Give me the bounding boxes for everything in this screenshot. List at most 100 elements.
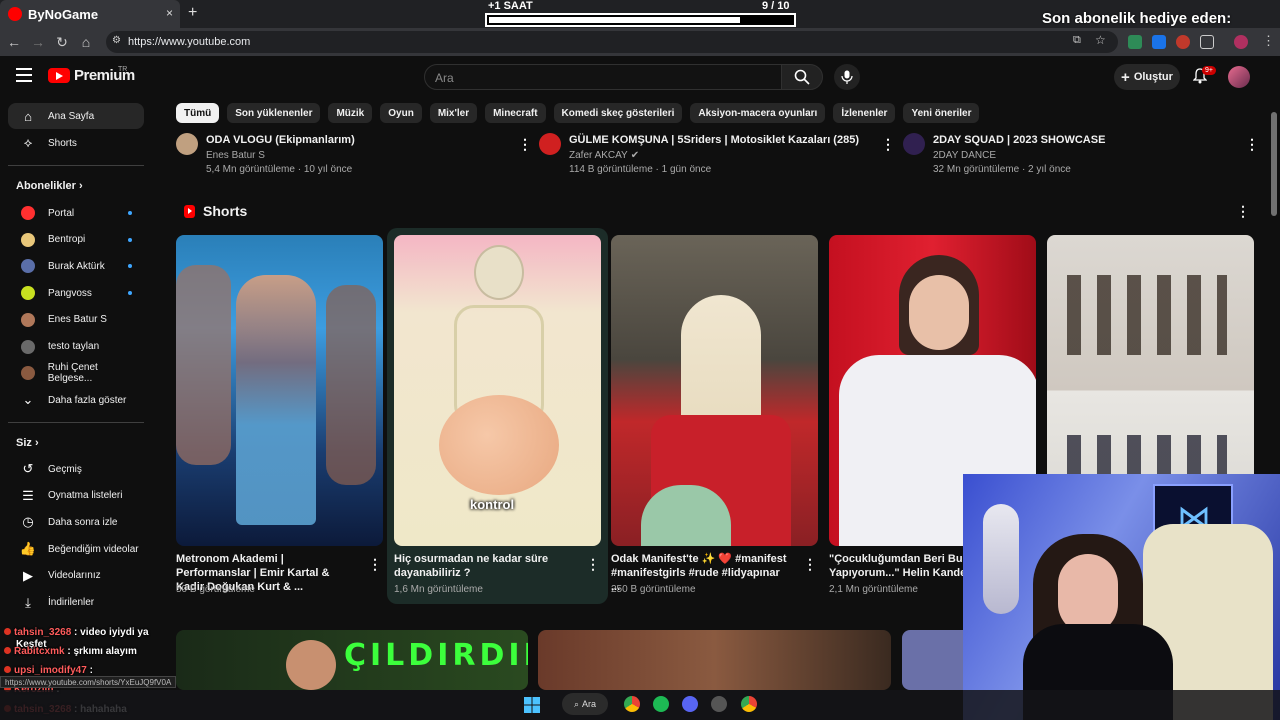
profile-icon[interactable]: [1234, 35, 1248, 49]
sidebar-item-you[interactable]: ↺ Geçmiş: [8, 456, 144, 482]
video-card[interactable]: GÜLME KOMŞUNA | 5Sriders | Motosiklet Ka…: [539, 133, 859, 175]
sidebar-item-home[interactable]: ⌂ Ana Sayfa: [8, 103, 144, 129]
filter-chip[interactable]: Yeni öneriler: [903, 103, 980, 123]
short-thumbnail-1[interactable]: [176, 235, 383, 546]
chrome-icon[interactable]: [624, 696, 640, 712]
create-button[interactable]: + Oluştur: [1114, 64, 1180, 90]
channel-avatar: [21, 232, 35, 247]
bookmark-star-icon[interactable]: ☆: [1095, 33, 1106, 47]
browser-tab[interactable]: ByNoGame ×: [0, 0, 180, 28]
filter-chip[interactable]: Oyun: [380, 103, 422, 123]
short-thumbnail-2[interactable]: kontrol: [394, 235, 601, 546]
video-thumbnail-bottom-2[interactable]: [538, 630, 891, 690]
obs-icon[interactable]: [711, 696, 727, 712]
url-text[interactable]: https://www.youtube.com: [128, 36, 250, 48]
sidebar-subscription[interactable]: Burak Aktürk: [8, 253, 144, 279]
video-more-icon[interactable]: ⋮: [518, 136, 532, 153]
cast-icon[interactable]: ⧉: [1073, 34, 1081, 47]
forward-icon[interactable]: →: [30, 34, 46, 50]
sidebar-subscription[interactable]: Bentropi: [8, 227, 144, 253]
extension-record-icon[interactable]: [1176, 35, 1190, 49]
sidebar-item-shorts[interactable]: ⟡ Shorts: [8, 130, 144, 156]
short-title[interactable]: Hiç osurmadan ne kadar süre dayanabiliri…: [394, 552, 574, 580]
extensions-puzzle-icon[interactable]: [1200, 35, 1214, 49]
video-more-icon[interactable]: ⋮: [881, 136, 895, 153]
short-more-icon[interactable]: ⋮: [586, 556, 600, 573]
extension-shield-icon[interactable]: [1128, 35, 1142, 49]
filter-chip[interactable]: Tümü: [176, 103, 220, 123]
sidebar-subscription[interactable]: testo taylan: [8, 334, 144, 360]
url-field[interactable]: [106, 31, 1118, 53]
filter-chip[interactable]: Mix'ler: [429, 103, 478, 123]
filter-chip[interactable]: Müzik: [328, 103, 373, 123]
channel-avatar[interactable]: [176, 133, 198, 155]
filter-chip[interactable]: Minecraft: [485, 103, 546, 123]
filter-chip[interactable]: Komedi skeç gösterileri: [553, 103, 683, 123]
you-heading[interactable]: Siz ›: [16, 437, 39, 449]
site-info-icon[interactable]: ⚙: [112, 35, 121, 46]
spotify-icon[interactable]: [653, 696, 669, 712]
channel-avatar[interactable]: [903, 133, 925, 155]
video-title[interactable]: GÜLME KOMŞUNA | 5Sriders | Motosiklet Ka…: [569, 134, 859, 146]
subscriptions-heading[interactable]: Abonelikler ›: [16, 180, 83, 192]
search-button[interactable]: [781, 64, 823, 90]
short-more-icon[interactable]: ⋮: [803, 556, 817, 573]
channel-avatar[interactable]: [539, 133, 561, 155]
sidebar-subscription[interactable]: Pangvoss: [8, 280, 144, 306]
back-icon[interactable]: ←: [6, 34, 22, 50]
account-avatar[interactable]: [1228, 66, 1250, 88]
video-title[interactable]: ODA VLOGU (Ekipmanlarım): [206, 134, 355, 146]
page-scrollbar[interactable]: [1271, 112, 1277, 216]
channel-name[interactable]: Enes Batur S: [206, 150, 265, 161]
shorts-section-header: Shorts: [184, 203, 247, 219]
channel-line: Zafer AKCAY ✔: [569, 150, 859, 161]
streamer-face: [1058, 554, 1118, 634]
tab-close-icon[interactable]: ×: [166, 6, 173, 20]
sidebar-item-you[interactable]: ☰ Oynatma listeleri: [8, 483, 144, 509]
sidebar-item-you[interactable]: 👍 Beğendiğim videolar: [8, 536, 144, 562]
short-views: 1,6 Mn görüntüleme: [394, 584, 483, 595]
sidebar-subscription[interactable]: Portal: [8, 200, 144, 226]
browser-menu-icon[interactable]: ⋮: [1262, 33, 1275, 49]
discord-icon[interactable]: [682, 696, 698, 712]
sidebar-item-you[interactable]: ◷ Daha sonra izle: [8, 509, 144, 535]
sidebar-item-you[interactable]: ▶ Videolarınız: [8, 563, 144, 589]
channel-avatar: [21, 339, 35, 354]
video-card[interactable]: ODA VLOGU (Ekipmanlarım) Enes Batur S 5,4 …: [176, 133, 355, 175]
search-input[interactable]: Ara: [424, 64, 782, 90]
reload-icon[interactable]: ↻: [54, 34, 70, 51]
sidebar-subscription[interactable]: Enes Batur S: [8, 307, 144, 333]
new-content-dot: [128, 237, 132, 242]
home-icon: ⌂: [24, 108, 32, 124]
short-more-icon[interactable]: ⋮: [368, 556, 382, 573]
video-title[interactable]: 2DAY SQUAD | 2023 SHOWCASE: [933, 134, 1105, 146]
filter-chip[interactable]: Son yüklenenler: [227, 103, 321, 123]
shorts-icon: ⟡: [23, 135, 33, 150]
chrome-active-icon[interactable]: [741, 696, 757, 712]
filter-chip[interactable]: Aksiyon-macera oyunları: [690, 103, 826, 123]
sidebar-item-label: Shorts: [48, 137, 77, 149]
voice-search-button[interactable]: [834, 64, 860, 90]
extension-audio-icon[interactable]: [1152, 35, 1166, 49]
channel-name[interactable]: 2DAY DANCE: [933, 150, 996, 161]
video-card[interactable]: 2DAY SQUAD | 2023 SHOWCASE 2DAY DANCE 32 M…: [903, 133, 1105, 175]
short-thumbnail-3[interactable]: [611, 235, 818, 546]
new-tab-button[interactable]: +: [188, 4, 197, 22]
shorts-more-icon[interactable]: ⋮: [1236, 203, 1250, 220]
sidebar-item-show-more[interactable]: ⌄ Daha fazla göster: [8, 387, 144, 413]
filter-chip[interactable]: İzlenenler: [833, 103, 896, 123]
channel-name[interactable]: Zafer AKCAY: [569, 150, 628, 161]
chat-message: tahsin_3268 : video iyiydi ya: [4, 627, 149, 638]
sidebar-subscription[interactable]: Ruhi Çenet Belgese...: [8, 360, 144, 386]
short-views: 250 B görüntüleme: [611, 584, 696, 595]
hamburger-menu-icon[interactable]: [16, 68, 32, 82]
video-thumbnail-bottom-1[interactable]: ÇILDIRDIM: [176, 630, 528, 690]
new-content-dot: [128, 211, 132, 215]
sidebar-item-you[interactable]: ⤓ İndirilenler: [8, 590, 144, 616]
taskbar-search[interactable]: ⌕ Ara: [562, 693, 608, 715]
home-icon[interactable]: ⌂: [78, 34, 94, 50]
liked-videos-icon: 👍: [19, 541, 37, 557]
channel-avatar: [21, 312, 35, 327]
windows-start-icon[interactable]: [524, 697, 540, 713]
video-more-icon[interactable]: ⋮: [1245, 136, 1259, 153]
